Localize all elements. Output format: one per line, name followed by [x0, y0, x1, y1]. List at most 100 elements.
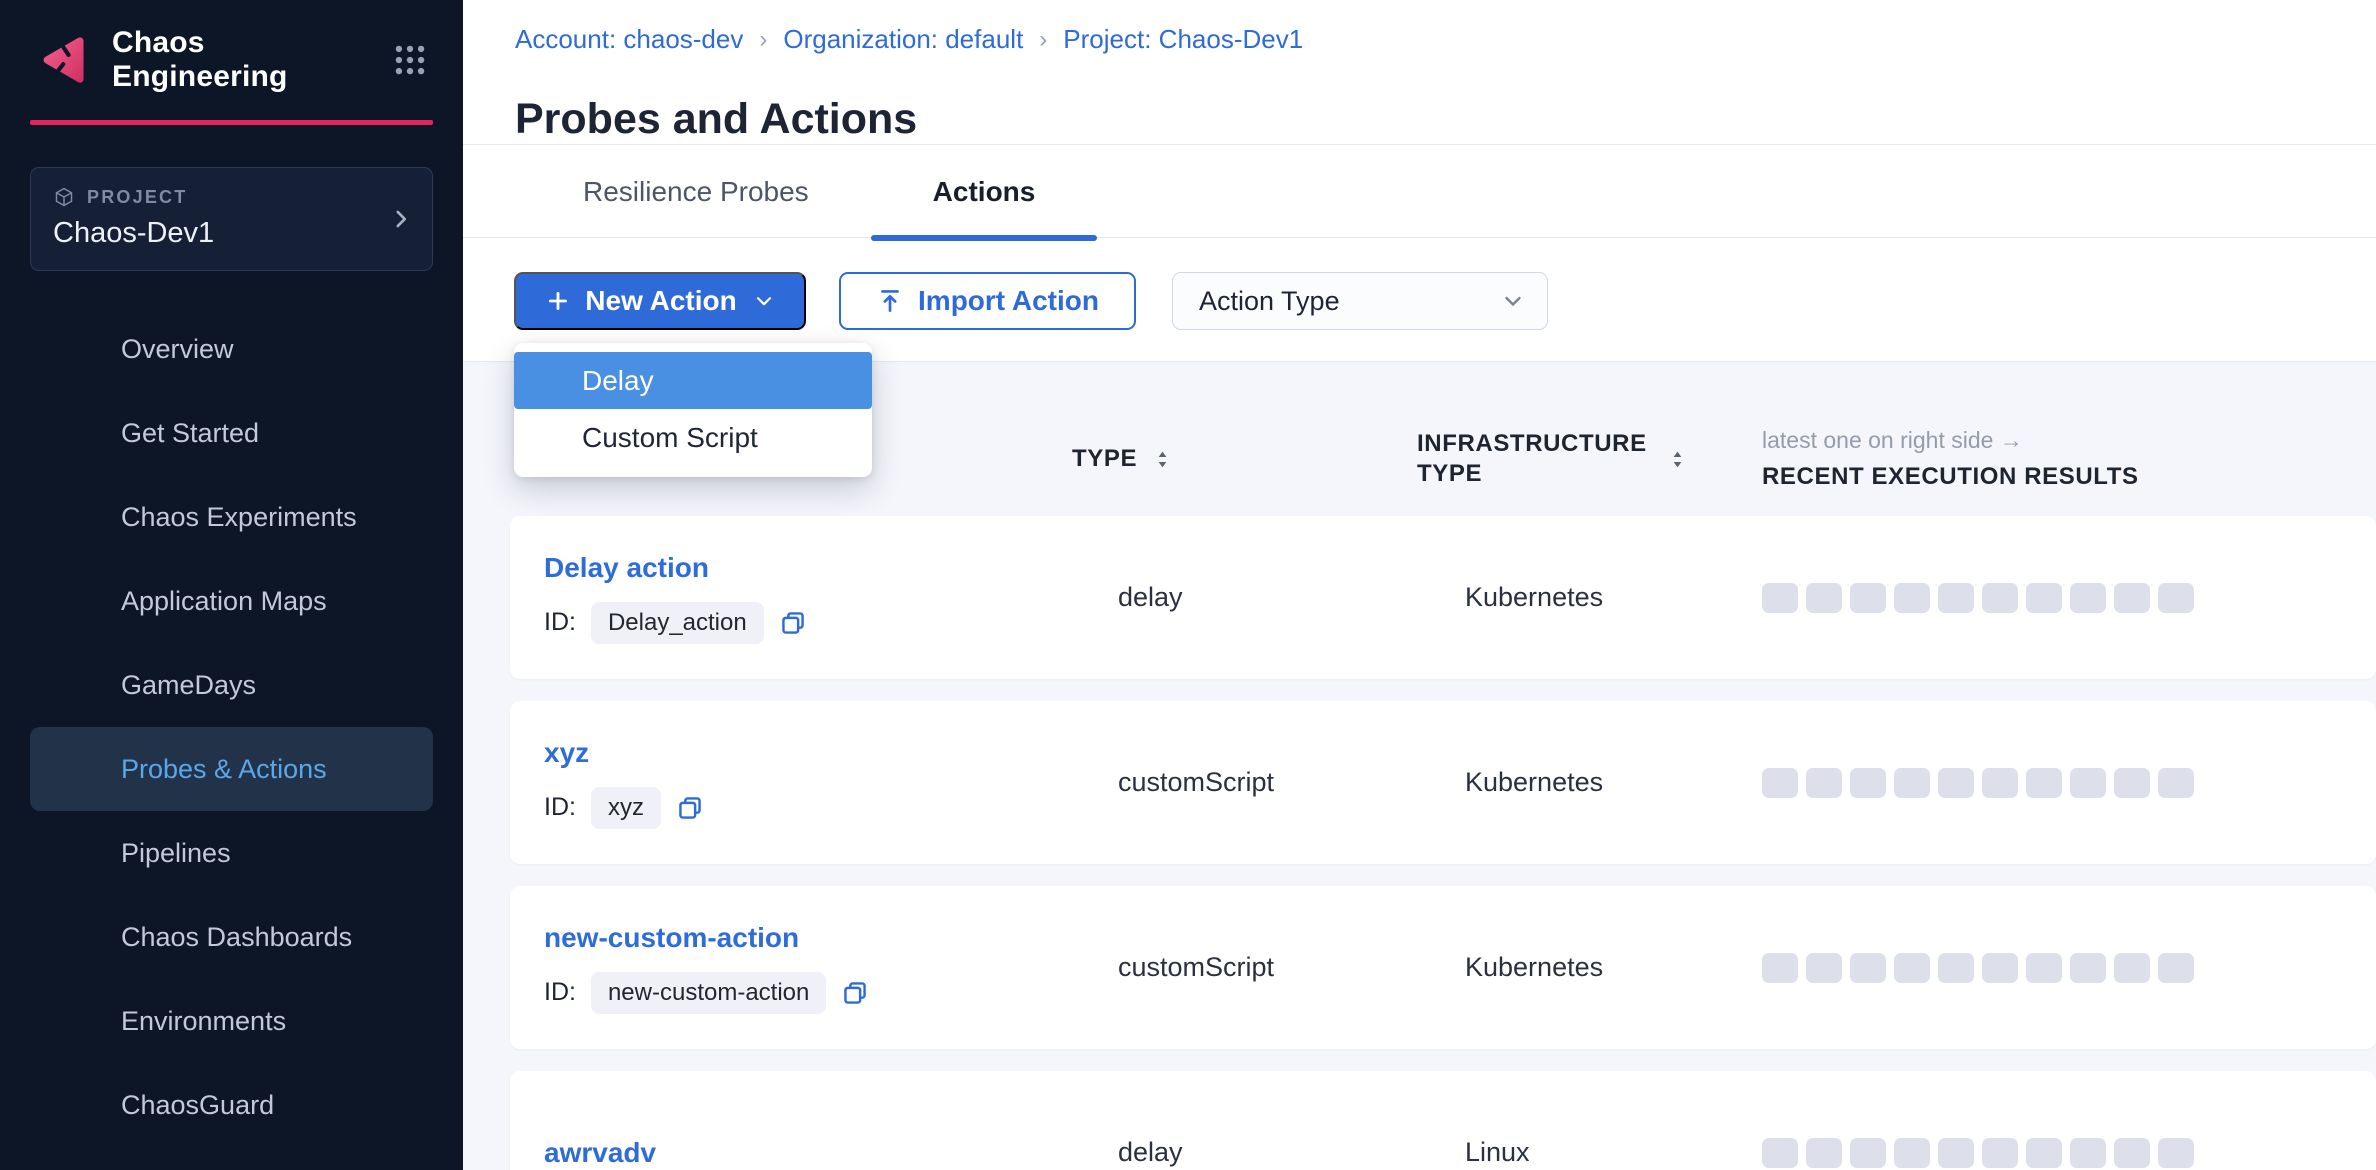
execution-result-pill: [1938, 1138, 1974, 1168]
sidebar-item[interactable]: GameDays: [30, 643, 433, 727]
execution-result-pill: [2026, 1138, 2062, 1168]
menu-item-label: Custom Script: [582, 422, 758, 454]
action-name-link[interactable]: awrvadv: [544, 1137, 656, 1169]
sort-icon[interactable]: [1666, 448, 1689, 471]
execution-result-pill: [2114, 1138, 2150, 1168]
breadcrumb-link[interactable]: Project: Chaos-Dev1: [1063, 24, 1303, 55]
infrastructure-value: Kubernetes: [1465, 582, 1603, 613]
actions-table: TYPE INFRASTRUCTURE TYPE latest one on r…: [463, 361, 2376, 1170]
execution-result-pill: [2070, 1138, 2106, 1168]
type-cell: delay: [1072, 582, 1417, 613]
execution-result-pill: [1806, 1138, 1842, 1168]
sidebar-item-label: Overview: [121, 334, 234, 365]
sidebar-item[interactable]: ChaosGuard: [30, 1063, 433, 1147]
sidebar-item[interactable]: Pipelines: [30, 811, 433, 895]
action-id-value: new-custom-action: [591, 972, 826, 1014]
type-cell: customScript: [1072, 952, 1417, 983]
name-cell: awrvadv: [544, 1137, 1072, 1169]
sidebar-item[interactable]: Environments: [30, 979, 433, 1063]
infrastructure-value: Kubernetes: [1465, 767, 1603, 798]
tab-label: Actions: [933, 176, 1036, 208]
table-body: Delay action ID: Delay_action delay: [510, 516, 2376, 1170]
id-label: ID:: [544, 608, 576, 637]
execution-result-pill: [1894, 1138, 1930, 1168]
execution-result-pill: [1982, 1138, 2018, 1168]
type-column-header: TYPE: [1072, 445, 1417, 473]
sidebar-item[interactable]: Probes & Actions: [30, 727, 433, 811]
type-value: delay: [1118, 582, 1183, 613]
execution-result-pill: [2158, 953, 2194, 983]
import-action-label: Import Action: [918, 285, 1099, 317]
action-name-link[interactable]: Delay action: [544, 552, 709, 584]
new-action-menu: Delay Custom Script: [514, 343, 872, 477]
execution-result-pill: [1938, 953, 1974, 983]
execution-result-pill: [1850, 583, 1886, 613]
breadcrumb-separator: ›: [759, 26, 767, 54]
infrastructure-header-label: INFRASTRUCTURE TYPE: [1417, 429, 1652, 489]
action-id-row: ID: xyz: [544, 787, 1072, 829]
type-value: customScript: [1118, 952, 1274, 983]
execution-result-pill: [2070, 768, 2106, 798]
breadcrumb-item: Organization: default ›: [783, 24, 1063, 55]
execution-result-pill: [1938, 768, 1974, 798]
sidebar-item[interactable]: Overview: [30, 307, 433, 391]
sort-icon[interactable]: [1151, 448, 1174, 471]
new-action-label: New Action: [585, 285, 736, 317]
tab[interactable]: Actions: [871, 146, 1098, 238]
project-selector[interactable]: PROJECT Chaos-Dev1: [30, 167, 433, 271]
menu-item[interactable]: Custom Script: [514, 409, 872, 466]
action-type-filter[interactable]: Action Type: [1172, 272, 1548, 330]
type-header-label: TYPE: [1072, 445, 1137, 473]
project-label: PROJECT: [87, 187, 187, 208]
action-type-label: Action Type: [1199, 286, 1340, 317]
infrastructure-value: Linux: [1465, 1137, 1530, 1168]
copy-icon: [779, 609, 807, 637]
tab[interactable]: Resilience Probes: [521, 146, 871, 238]
new-action-button[interactable]: New Action: [514, 272, 806, 330]
execution-result-pill: [2114, 583, 2150, 613]
app-title: Chaos Engineering: [112, 26, 371, 94]
action-row: Delay action ID: Delay_action delay: [510, 516, 2376, 679]
sidebar-item[interactable]: Chaos Experiments: [30, 475, 433, 559]
import-action-button[interactable]: Import Action: [839, 272, 1136, 330]
action-id-value: Delay_action: [591, 602, 764, 644]
plus-icon: [545, 288, 571, 314]
module-grid-icon[interactable]: [391, 41, 429, 79]
execution-result-pill: [1850, 768, 1886, 798]
sidebar-item[interactable]: Application Maps: [30, 559, 433, 643]
type-cell: delay: [1072, 1137, 1417, 1168]
results-cell: [1762, 583, 2376, 613]
breadcrumb-link[interactable]: Organization: default: [783, 24, 1023, 55]
execution-result-pill: [2026, 583, 2062, 613]
sidebar-item-label: Chaos Experiments: [121, 502, 357, 533]
execution-result-pill: [1762, 583, 1798, 613]
header-divider: [463, 144, 2376, 145]
execution-result-pill: [1806, 768, 1842, 798]
execution-result-pill: [2114, 768, 2150, 798]
id-label: ID:: [544, 793, 576, 822]
breadcrumb-link[interactable]: Account: chaos-dev: [515, 24, 743, 55]
action-name-link[interactable]: xyz: [544, 737, 589, 769]
action-row: xyz ID: xyz customScript: [510, 701, 2376, 864]
breadcrumb-item: Project: Chaos-Dev1 ›: [1063, 24, 1303, 55]
tab-label: Resilience Probes: [583, 176, 809, 208]
copy-id-button[interactable]: [779, 609, 807, 637]
infrastructure-cell: Linux: [1417, 1136, 1762, 1169]
execution-result-pill: [1762, 768, 1798, 798]
name-cell: new-custom-action ID: new-custom-action: [544, 922, 1072, 1014]
sidebar-item-label: Application Maps: [121, 586, 327, 617]
sidebar-item[interactable]: Get Started: [30, 391, 433, 475]
action-name-link[interactable]: new-custom-action: [544, 922, 799, 954]
execution-result-pill: [1762, 953, 1798, 983]
breadcrumb-separator: ›: [1039, 26, 1047, 54]
results-header-label: RECENT EXECUTION RESULTS: [1762, 463, 2376, 491]
sidebar-item-label: Chaos Dashboards: [121, 922, 352, 953]
infrastructure-cell: Kubernetes: [1417, 951, 1762, 984]
execution-result-pill: [1806, 583, 1842, 613]
chaos-engineering-logo-icon: [34, 31, 92, 89]
copy-id-button[interactable]: [841, 979, 869, 1007]
copy-id-button[interactable]: [676, 794, 704, 822]
execution-result-pill: [1982, 583, 2018, 613]
menu-item[interactable]: Delay: [514, 352, 872, 409]
sidebar-item[interactable]: Chaos Dashboards: [30, 895, 433, 979]
